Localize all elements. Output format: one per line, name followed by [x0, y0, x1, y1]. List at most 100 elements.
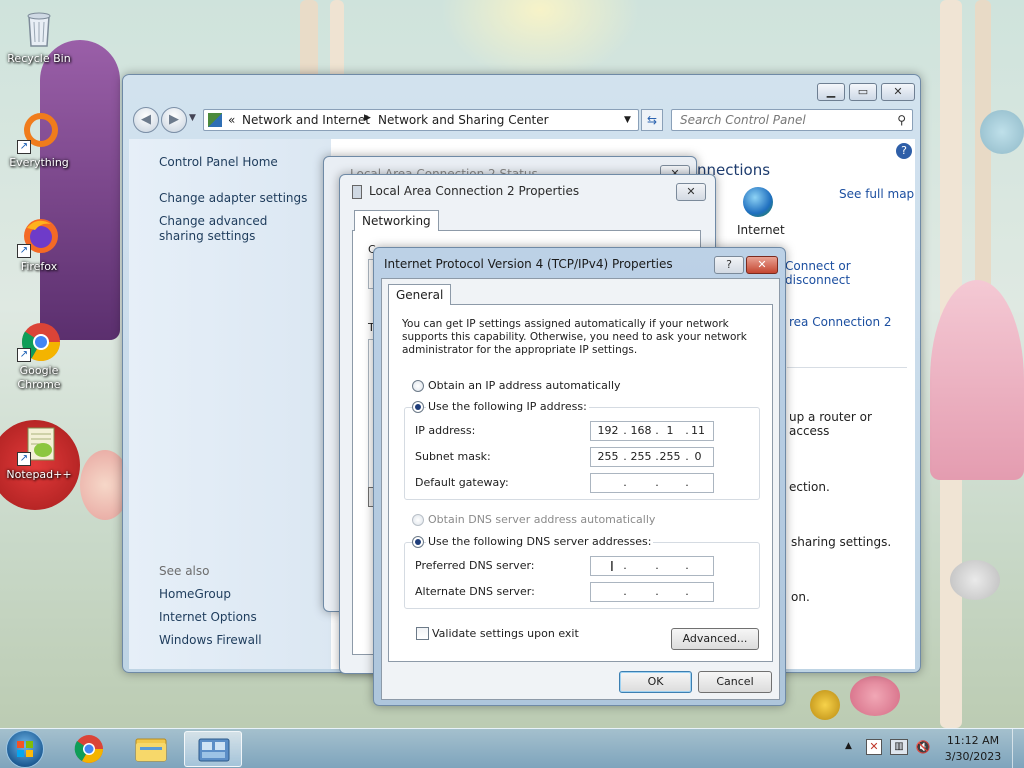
search-icon[interactable]: ⚲: [897, 110, 906, 130]
use-following-ip-radio[interactable]: [412, 401, 424, 413]
help-icon[interactable]: ?: [896, 143, 912, 159]
preferred-dns-field[interactable]: ...: [590, 556, 714, 576]
refresh-button[interactable]: ⇆: [641, 109, 663, 131]
ip-octet-4: 11: [691, 424, 705, 437]
connect-or-disconnect-link[interactable]: Connect or disconnect: [785, 259, 915, 287]
obtain-ip-automatically-radio[interactable]: [412, 380, 424, 392]
ip-octet-3: 1: [666, 424, 674, 437]
obtain-ip-automatically-label[interactable]: Obtain an IP address automatically: [428, 379, 621, 392]
local-area-connection-2-link[interactable]: rea Connection 2: [789, 315, 892, 329]
start-button[interactable]: [6, 730, 44, 768]
subnet-octet-3: 255: [659, 450, 681, 463]
back-button[interactable]: ◀: [133, 107, 159, 133]
use-following-dns-radio[interactable]: [412, 536, 424, 548]
connection-text-fragment: ection.: [789, 480, 830, 494]
ok-button[interactable]: OK: [619, 671, 692, 693]
network-status-icon[interactable]: ▥: [890, 739, 908, 755]
volume-muted-icon[interactable]: 🔇: [914, 739, 932, 755]
search-placeholder: Search Control Panel: [680, 113, 806, 127]
desktop-icon-recycle-bin[interactable]: Recycle Bin: [4, 6, 74, 66]
control-panel-icon: [208, 113, 222, 127]
ip-octet-2: 168: [630, 424, 652, 437]
subnet-octet-4: 0: [694, 450, 702, 463]
desktop-icon-firefox[interactable]: ↗ Firefox: [4, 214, 74, 274]
taskbar-file-explorer-button[interactable]: [122, 731, 180, 767]
windows-logo-icon: [17, 741, 33, 757]
window-close-button[interactable]: ✕: [881, 83, 915, 101]
firefox-icon: ↗: [17, 214, 61, 258]
cancel-button[interactable]: Cancel: [698, 671, 772, 693]
search-control-panel-input[interactable]: Search Control Panel ⚲: [671, 109, 913, 131]
tab-general[interactable]: General: [388, 284, 452, 305]
help-button[interactable]: ?: [714, 256, 744, 274]
everything-icon: ↗: [17, 110, 61, 154]
alternate-dns-label: Alternate DNS server:: [415, 585, 535, 598]
breadcrumb-chevrons: «: [228, 113, 236, 127]
sharing-settings-text-fragment: sharing settings.: [791, 535, 892, 549]
address-bar[interactable]: « Network and Internet ▶ Network and Sha…: [203, 109, 639, 131]
internet-label: Internet: [737, 223, 785, 237]
breadcrumb-separator-icon[interactable]: ▶: [364, 113, 371, 123]
subnet-mask-label: Subnet mask:: [415, 450, 491, 463]
properties-dialog-title: Local Area Connection 2 Properties: [369, 184, 580, 198]
use-following-dns-label[interactable]: Use the following DNS server addresses:: [426, 535, 654, 548]
ip-address-field[interactable]: 192. 168. 1. 11: [590, 421, 714, 441]
desktop-icon-everything[interactable]: ↗ Everything: [4, 110, 74, 170]
change-advanced-sharing-settings-link[interactable]: Change advanced sharing settings: [159, 214, 309, 244]
default-gateway-field[interactable]: ...: [590, 473, 714, 493]
chrome-icon: ↗: [17, 318, 61, 362]
obtain-dns-automatically-radio: [412, 514, 424, 526]
windows-firewall-link[interactable]: Windows Firewall: [159, 633, 262, 648]
clock-time[interactable]: 11:12 AM: [940, 734, 1006, 747]
subnet-mask-field[interactable]: 255. 255. 255. 0: [590, 447, 714, 467]
shortcut-arrow-icon: ↗: [17, 244, 31, 258]
taskbar: ▲ ✕ ▥ 🔇 11:12 AM 3/30/2023: [0, 728, 1024, 768]
advanced-button[interactable]: Advanced...: [671, 628, 759, 650]
show-desktop-button[interactable]: [1012, 729, 1024, 768]
ipv4-properties-dialog: Internet Protocol Version 4 (TCP/IPv4) P…: [373, 247, 786, 706]
homegroup-link[interactable]: HomeGroup: [159, 587, 231, 602]
forward-button[interactable]: ▶: [161, 107, 187, 133]
breadcrumb-network-and-sharing-center[interactable]: Network and Sharing Center: [378, 113, 549, 127]
left-navigation-pane: Control Panel Home Change adapter settin…: [129, 139, 331, 669]
alternate-dns-field[interactable]: ...: [590, 582, 714, 602]
shortcut-arrow-icon: ↗: [17, 140, 31, 154]
control-panel-home-link[interactable]: Control Panel Home: [159, 155, 278, 170]
maximize-button[interactable]: ▭: [849, 83, 877, 101]
default-gateway-label: Default gateway:: [415, 476, 509, 489]
ip-octet-1: 192: [597, 424, 619, 437]
ipv4-dialog-title: Internet Protocol Version 4 (TCP/IPv4) P…: [384, 257, 673, 271]
see-also-heading: See also: [159, 564, 210, 578]
use-following-ip-label[interactable]: Use the following IP address:: [426, 400, 589, 413]
clock-date[interactable]: 3/30/2023: [940, 750, 1006, 763]
desktop-icon-label: Recycle Bin: [7, 52, 71, 65]
see-full-map-link[interactable]: See full map: [839, 187, 914, 201]
folder-icon: [135, 738, 167, 762]
validate-settings-checkbox[interactable]: [416, 627, 429, 640]
taskbar-control-panel-button[interactable]: [184, 731, 242, 767]
chrome-icon: [74, 735, 103, 763]
intro-text: You can get IP settings assigned automat…: [402, 318, 747, 356]
divider: [787, 367, 907, 368]
change-adapter-settings-link[interactable]: Change adapter settings: [159, 191, 307, 206]
notepad-plus-plus-icon: ↗: [17, 422, 61, 466]
desktop-icon-label: Notepad++: [6, 468, 72, 481]
desktop-icon-notepad-plus-plus[interactable]: ↗ Notepad++: [4, 422, 74, 482]
ipv4-close-button[interactable]: ✕: [746, 256, 778, 274]
subnet-octet-2: 255: [630, 450, 652, 463]
desktop-icon-label: Everything: [9, 156, 69, 169]
preferred-dns-label: Preferred DNS server:: [415, 559, 535, 572]
properties-dialog-close-button[interactable]: ✕: [676, 183, 706, 201]
action-center-icon[interactable]: ✕: [866, 739, 882, 755]
validate-settings-label[interactable]: Validate settings upon exit: [432, 627, 579, 640]
desktop-icon-google-chrome[interactable]: ↗ Google Chrome: [4, 318, 74, 392]
recent-pages-dropdown-icon[interactable]: ▼: [189, 113, 196, 123]
tab-networking[interactable]: Networking: [354, 210, 439, 231]
breadcrumb-network-and-internet[interactable]: Network and Internet: [242, 113, 370, 127]
router-text-fragment: up a router or access: [789, 410, 872, 438]
show-hidden-icons-button[interactable]: ▲: [845, 741, 852, 751]
internet-options-link[interactable]: Internet Options: [159, 610, 257, 625]
taskbar-chrome-button[interactable]: [60, 731, 118, 767]
address-dropdown-icon[interactable]: ▼: [624, 115, 631, 125]
minimize-button[interactable]: ▁: [817, 83, 845, 101]
